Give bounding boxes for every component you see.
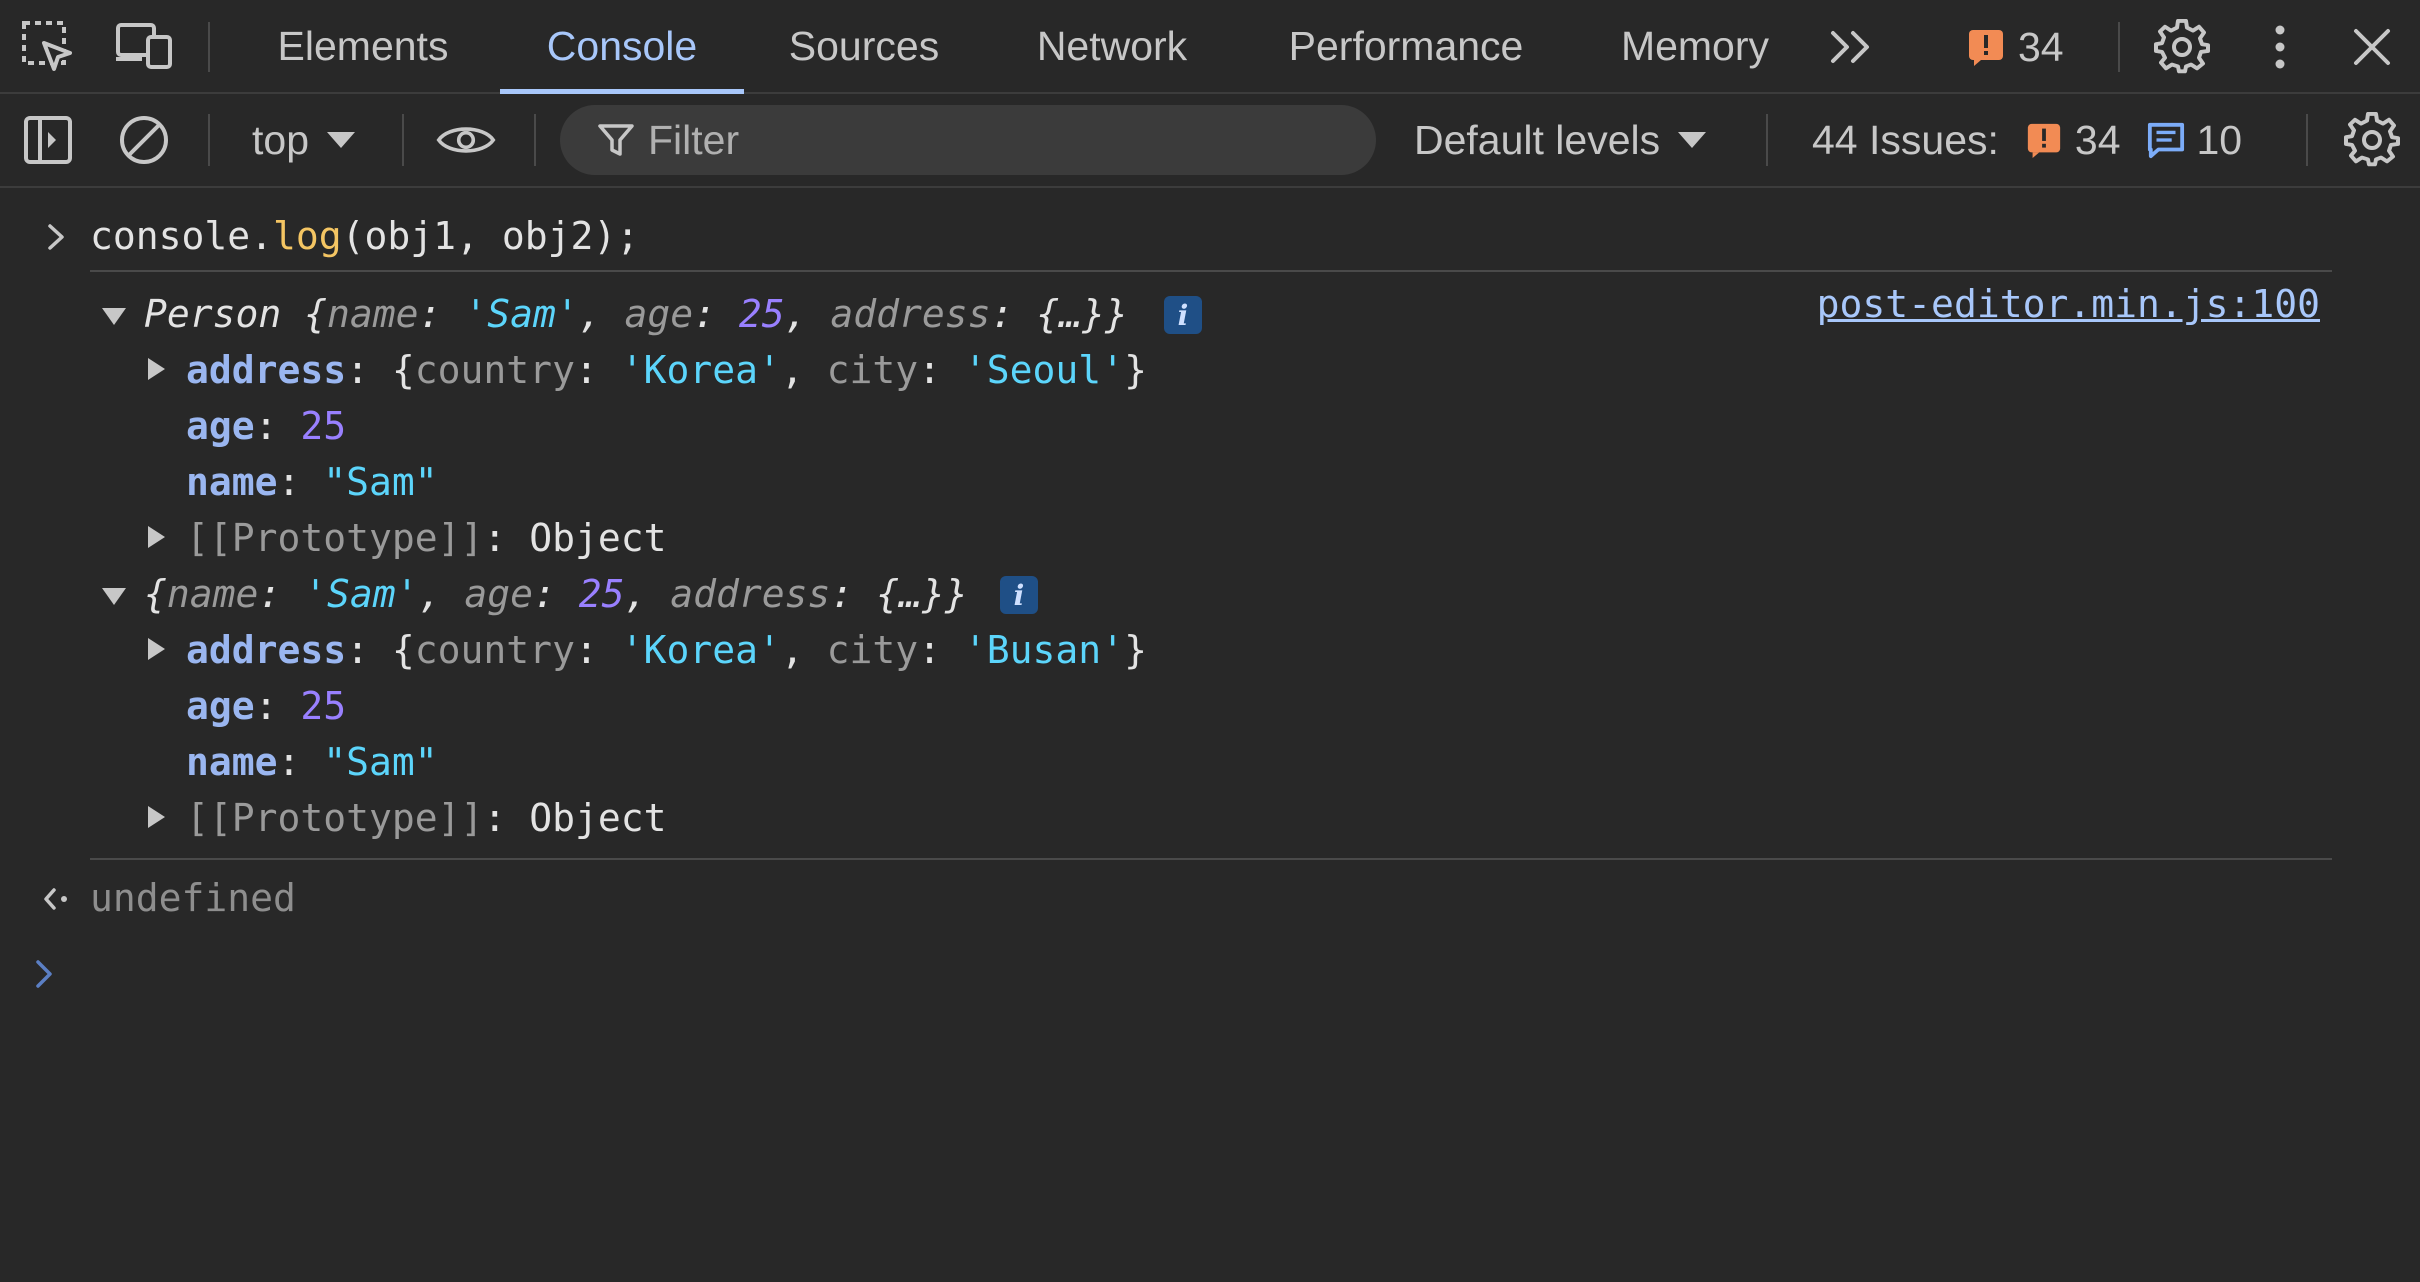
- prototype-value: Object: [529, 796, 667, 840]
- property-name: name: "Sam": [186, 460, 438, 504]
- address-city: 'Seoul': [963, 348, 1125, 392]
- context-label: top: [252, 116, 309, 163]
- property-prototype[interactable]: [[Prototype]]: Object: [186, 790, 666, 846]
- input-prompt-chevron-icon: [44, 222, 68, 256]
- command-function: log: [273, 214, 342, 258]
- preview-address: {…}: [876, 572, 945, 616]
- issues-label: 44 Issues:: [1812, 116, 1999, 163]
- filter-input[interactable]: [648, 116, 1348, 164]
- command-object: console.: [90, 214, 274, 258]
- expand-toggle-icon[interactable]: [148, 526, 165, 548]
- name-value: "Sam": [323, 460, 438, 504]
- issues-info-count: 10: [2196, 116, 2243, 163]
- issues-summary[interactable]: 44 Issues: 34 10: [1812, 94, 2242, 186]
- address-country: 'Korea': [620, 628, 781, 672]
- divider: [1766, 114, 1768, 166]
- info-icon[interactable]: i: [1164, 296, 1202, 334]
- property-address[interactable]: address: {country: 'Korea', city: 'Busan…: [186, 622, 1147, 678]
- preview-name: 'Sam': [304, 572, 419, 616]
- filter-box[interactable]: [560, 105, 1376, 175]
- divider: [208, 114, 210, 166]
- age-value: 25: [300, 404, 347, 448]
- tab-sources[interactable]: Sources: [768, 0, 960, 92]
- tab-memory[interactable]: Memory: [1604, 0, 1786, 92]
- dropdown-arrow-icon: [327, 132, 355, 148]
- property-age: age: 25: [186, 684, 347, 728]
- log-levels-label: Default levels: [1414, 116, 1661, 163]
- issues-indicator[interactable]: 34: [1966, 24, 2064, 70]
- address-country: 'Korea': [620, 348, 781, 392]
- prototype-value: Object: [529, 516, 667, 560]
- inspect-element-icon[interactable]: [18, 17, 78, 77]
- console-toolbar: top Default levels 44 Issues:: [0, 94, 2420, 188]
- preview-age: 25: [738, 292, 785, 336]
- property-address[interactable]: address: {country: 'Korea', city: 'Seoul…: [186, 342, 1147, 398]
- divider: [208, 22, 210, 72]
- expand-toggle-icon[interactable]: [148, 638, 165, 660]
- address-city: 'Busan': [963, 628, 1125, 672]
- info-message-icon: [2147, 121, 2185, 159]
- warning-icon: [1966, 27, 2006, 67]
- command-args: (obj1, obj2);: [341, 214, 640, 258]
- console-settings-gear-icon[interactable]: [2342, 110, 2402, 170]
- return-value-arrow-icon: [40, 884, 72, 918]
- message-divider: [90, 270, 2332, 272]
- console-prompt-chevron-icon: [32, 958, 56, 994]
- more-tabs-icon[interactable]: [1822, 17, 1882, 77]
- return-value: undefined: [90, 876, 296, 920]
- property-age: age: 25: [186, 404, 347, 448]
- live-expression-eye-icon[interactable]: [436, 110, 496, 170]
- log-levels-dropdown[interactable]: Default levels: [1414, 94, 1707, 186]
- input-command: console.log(obj1, obj2);: [90, 208, 639, 264]
- class-name: Person: [144, 292, 282, 336]
- tab-network[interactable]: Network: [1014, 0, 1210, 92]
- object-preview-person[interactable]: Person {name: 'Sam', age: 25, address: {…: [144, 286, 1128, 342]
- preview-name: 'Sam': [464, 292, 579, 336]
- devtools-tabbar: Elements Console Sources Network Perform…: [0, 0, 2420, 94]
- context-selector[interactable]: top: [252, 94, 355, 186]
- divider: [2118, 22, 2120, 72]
- sidebar-toggle-icon[interactable]: [18, 110, 78, 170]
- warning-icon: [2025, 121, 2063, 159]
- dropdown-arrow-icon: [1678, 132, 1707, 148]
- message-divider: [90, 858, 2332, 860]
- settings-gear-icon[interactable]: [2152, 17, 2212, 77]
- property-name: name: "Sam": [186, 740, 438, 784]
- name-value: "Sam": [323, 740, 438, 784]
- source-link[interactable]: post-editor.min.js:100: [1817, 282, 2320, 326]
- collapse-toggle-icon[interactable]: [102, 308, 126, 325]
- tab-elements[interactable]: Elements: [250, 0, 476, 92]
- collapse-toggle-icon[interactable]: [102, 588, 126, 605]
- tab-performance[interactable]: Performance: [1262, 0, 1550, 92]
- more-options-icon[interactable]: [2250, 17, 2310, 77]
- clear-console-icon[interactable]: [114, 110, 174, 170]
- info-icon[interactable]: i: [1000, 576, 1038, 614]
- object-preview-plain[interactable]: {name: 'Sam', age: 25, address: {…}}: [144, 566, 968, 622]
- expand-toggle-icon[interactable]: [148, 806, 165, 828]
- preview-age: 25: [578, 572, 625, 616]
- divider: [2306, 114, 2308, 166]
- property-prototype[interactable]: [[Prototype]]: Object: [186, 510, 666, 566]
- issues-count: 34: [2018, 23, 2064, 70]
- filter-funnel-icon: [596, 120, 636, 160]
- console-output: console.log(obj1, obj2); Person {name: '…: [0, 190, 2420, 1282]
- divider: [534, 114, 536, 166]
- age-value: 25: [300, 684, 347, 728]
- console-prompt-input[interactable]: [90, 946, 2332, 1006]
- divider: [402, 114, 404, 166]
- tab-console[interactable]: Console: [500, 0, 744, 94]
- device-toolbar-icon[interactable]: [114, 17, 174, 77]
- close-icon[interactable]: [2342, 17, 2402, 77]
- issues-warning-count: 34: [2074, 116, 2121, 163]
- preview-address: {…}: [1036, 292, 1105, 336]
- expand-toggle-icon[interactable]: [148, 358, 165, 380]
